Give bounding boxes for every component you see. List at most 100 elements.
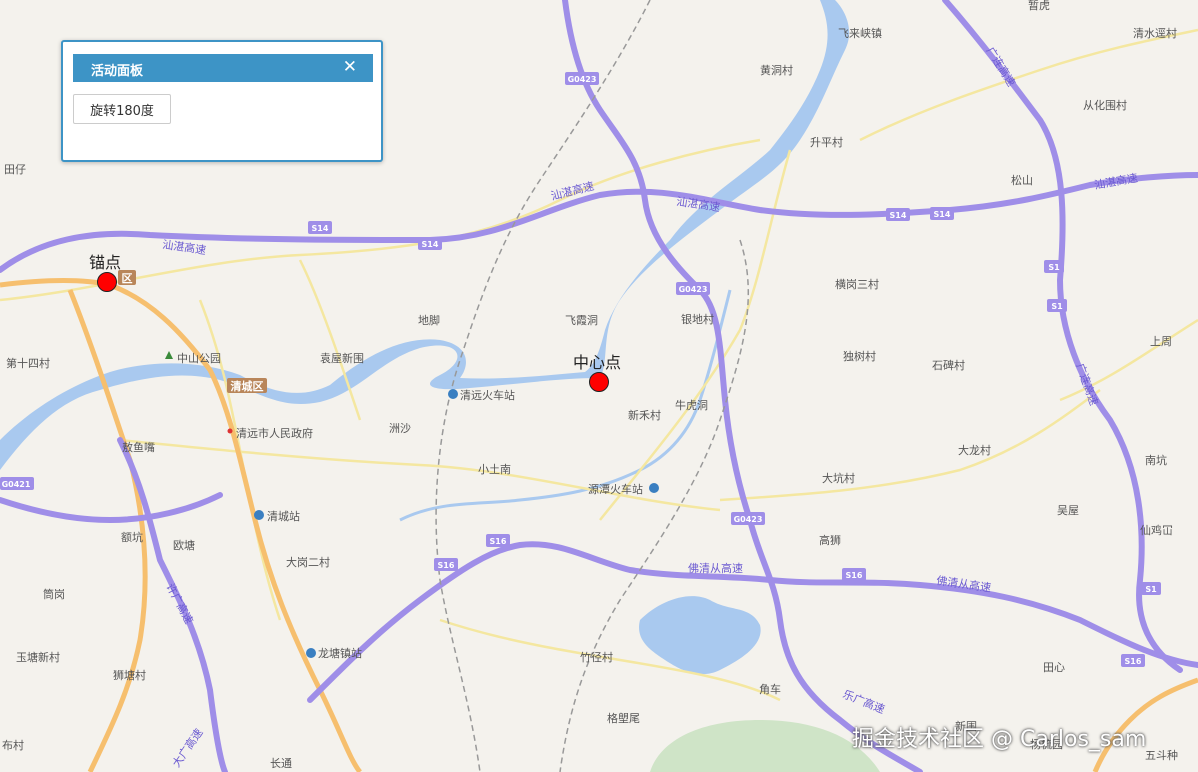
close-icon[interactable]: ✕ — [343, 57, 357, 77]
shield-s1-b: S1 — [1047, 299, 1067, 312]
train-station-icon — [254, 510, 264, 520]
svg-text:S16: S16 — [438, 561, 455, 570]
place-label: 清城站 — [267, 509, 300, 523]
district-partial: 区 — [122, 272, 133, 285]
shield-s16-b: S16 — [434, 558, 458, 571]
shield-s16-a: S16 — [486, 534, 510, 547]
place-label: 清远火车站 — [460, 388, 515, 402]
label-xuguang: 许广高速 — [163, 581, 196, 626]
place-label: 田仔 — [4, 163, 26, 176]
watermark: 掘金技术社区 @ Carlos_sam — [852, 727, 1147, 752]
place-label: 清远市人民政府 — [236, 426, 313, 440]
panel-title: 活动面板 — [91, 64, 144, 79]
place-label: 独树村 — [843, 349, 876, 363]
svg-text:G0423: G0423 — [568, 75, 597, 84]
place-label: 袁屋新围 — [320, 351, 364, 365]
place-label: 源潭火车站 — [588, 482, 643, 496]
svg-text:S16: S16 — [846, 571, 863, 580]
place-label: 清水逕村 — [1133, 26, 1177, 40]
train-station-icon — [649, 483, 659, 493]
place-label: 仙鸡冚 — [1140, 523, 1173, 537]
shield-s14-d: S14 — [930, 207, 954, 220]
district-qingcheng: 清城区 — [231, 379, 264, 393]
place-label: 大龙村 — [958, 443, 991, 457]
shield-s14-c: S14 — [886, 208, 910, 221]
train-station-icon — [448, 389, 458, 399]
label-shanzhan-4: 汕湛高速 — [1093, 171, 1139, 192]
label-foqingcong-1: 佛清从高速 — [688, 561, 743, 575]
place-label: 从化围村 — [1083, 98, 1127, 112]
svg-text:S14: S14 — [890, 211, 907, 220]
shield-g0421: G0421 — [0, 477, 34, 490]
shield-s16-d: S16 — [1121, 654, 1145, 667]
activity-panel: 活动面板 ✕ 旋转180度 — [61, 40, 383, 162]
label-daguang: 大广高速 — [169, 726, 206, 770]
shield-s16-c: S16 — [842, 568, 866, 581]
place-label: 牛虎洞 — [675, 398, 708, 412]
left-loop-expressway — [0, 492, 223, 524]
label-guanglian-2: 广连高速 — [1073, 361, 1101, 407]
svg-text:G0421: G0421 — [2, 480, 31, 489]
train-station-icon — [306, 648, 316, 658]
place-label: 长通 — [270, 757, 292, 770]
place-label: 五斗种 — [1145, 748, 1178, 762]
svg-text:S14: S14 — [422, 240, 439, 249]
place-label: 龙塘镇站 — [318, 646, 362, 660]
place-label: 银地村 — [681, 312, 714, 326]
svg-text:S16: S16 — [1125, 657, 1142, 666]
place-label: 横岗三村 — [835, 277, 879, 291]
place-label: 小土南 — [478, 463, 511, 476]
place-label: 石碑村 — [932, 358, 965, 372]
shield-s14-a: S14 — [308, 221, 332, 234]
place-label: 南坑 — [1145, 453, 1167, 467]
shield-g0423-a: G0423 — [565, 72, 599, 85]
place-label: 飞霞洞 — [565, 314, 598, 327]
place-label: 狮塘村 — [113, 668, 146, 682]
svg-text:S16: S16 — [490, 537, 507, 546]
shield-s14-b: S14 — [418, 237, 442, 250]
svg-text:S1: S1 — [1051, 302, 1063, 311]
place-label: 格塱尾 — [607, 711, 640, 725]
center-marker[interactable]: 中心点 — [573, 353, 621, 392]
label-leguang: 乐广高速 — [841, 687, 887, 716]
svg-text:S14: S14 — [312, 224, 329, 233]
panel-header: 活动面板 ✕ — [73, 54, 373, 82]
place-label: 洲沙 — [389, 422, 411, 435]
center-point[interactable] — [589, 372, 609, 392]
place-label: 新禾村 — [628, 408, 661, 422]
place-label: 飞来峡镇 — [838, 26, 882, 40]
place-label: 第十四村 — [6, 356, 50, 370]
shan-zhan-expressway — [0, 172, 1198, 273]
station-icons — [165, 351, 659, 658]
place-label: 欧塘 — [173, 538, 195, 552]
place-label: 筒岗 — [43, 587, 65, 601]
place-label: 额坑 — [121, 530, 143, 544]
park-tree-icon — [165, 351, 173, 359]
place-label: 敖鱼嘴 — [122, 440, 155, 454]
gov-icon — [227, 428, 233, 434]
place-label: 吴屋 — [1057, 504, 1079, 517]
rotate-180-button[interactable]: 旋转180度 — [73, 94, 171, 124]
place-label: 上周 — [1150, 335, 1172, 348]
place-label: 高狮 — [819, 533, 841, 547]
svg-text:S1: S1 — [1145, 585, 1157, 594]
svg-text:G0423: G0423 — [679, 285, 708, 294]
svg-text:S14: S14 — [934, 210, 951, 219]
center-label: 中心点 — [573, 353, 621, 372]
place-label: 布村 — [2, 738, 24, 752]
shield-s1-a: S1 — [1044, 260, 1064, 273]
svg-text:G0423: G0423 — [734, 515, 763, 524]
place-label: 暂虎 — [1028, 0, 1050, 12]
place-label: 角车 — [759, 682, 781, 696]
place-label: 中山公园 — [177, 352, 221, 365]
place-label: 黄洞村 — [760, 63, 793, 77]
shield-s1-c: S1 — [1141, 582, 1161, 595]
guang-lian-expressway — [942, 0, 1183, 673]
place-label: 升平村 — [810, 135, 843, 149]
svg-text:S1: S1 — [1048, 263, 1060, 272]
label-shanzhan-1: 汕湛高速 — [162, 237, 208, 257]
shield-g0423-b: G0423 — [676, 282, 710, 295]
anchor-point[interactable] — [97, 272, 117, 292]
anchor-label: 锚点 — [89, 253, 121, 272]
place-label: 田心 — [1043, 661, 1065, 674]
